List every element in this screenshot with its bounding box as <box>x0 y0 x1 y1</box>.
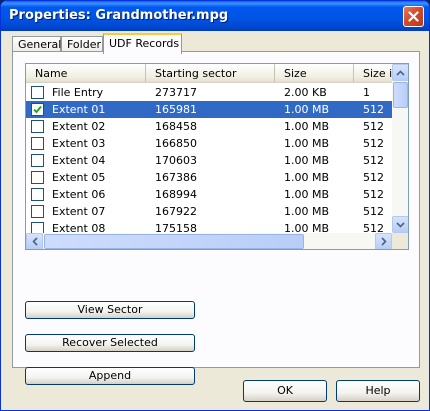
cell-size-in: 512 <box>363 154 384 167</box>
cell-size-in: 512 <box>363 188 384 201</box>
row-checkbox[interactable] <box>31 86 44 99</box>
cell-starting-sector: 175158 <box>155 222 197 233</box>
scroll-down-button[interactable] <box>392 216 408 233</box>
column-header-size[interactable]: Size <box>275 64 354 82</box>
cell-size-in: 512 <box>363 171 384 184</box>
cell-size: 1.00 MB <box>284 222 330 233</box>
title-bar[interactable]: Properties: Grandmother.mpg <box>1 1 429 31</box>
cell-starting-sector: 166850 <box>155 137 197 150</box>
cell-size: 1.00 MB <box>284 171 330 184</box>
column-header-name[interactable]: Name <box>26 64 146 82</box>
list-body: File Entry 273717 2.00 KB 1 Extent 01 165981 1… <box>26 84 392 233</box>
cell-name: Extent 02 <box>52 120 106 133</box>
row-checkbox[interactable] <box>31 188 44 201</box>
cell-starting-sector: 167386 <box>155 171 197 184</box>
row-checkbox[interactable] <box>31 171 44 184</box>
help-button[interactable]: Help <box>336 380 420 402</box>
table-row[interactable]: Extent 03 166850 1.00 MB 512 <box>26 135 392 152</box>
cell-starting-sector: 170603 <box>155 154 197 167</box>
cell-name: File Entry <box>52 86 104 99</box>
arrow-up-icon <box>396 69 405 76</box>
table-row[interactable]: File Entry 273717 2.00 KB 1 <box>26 84 392 101</box>
table-row[interactable]: Extent 06 168994 1.00 MB 512 <box>26 186 392 203</box>
horizontal-scrollbar[interactable] <box>26 233 392 249</box>
scroll-right-button[interactable] <box>375 233 392 249</box>
cell-size-in: 512 <box>363 137 384 150</box>
checkmark-icon <box>33 105 42 114</box>
column-header-size-in[interactable]: Size in <box>354 64 392 82</box>
scrollbar-corner <box>392 233 408 249</box>
dialog-client: General Folder UDF Records Name Starting… <box>4 31 426 409</box>
table-row[interactable]: Extent 05 167386 1.00 MB 512 <box>26 169 392 186</box>
row-checkbox[interactable] <box>31 103 44 116</box>
arrow-down-icon <box>396 221 405 228</box>
cell-starting-sector: 168994 <box>155 188 197 201</box>
cell-size: 1.00 MB <box>284 137 330 150</box>
cell-name: Extent 01 <box>52 103 106 116</box>
cell-name: Extent 05 <box>52 171 106 184</box>
append-button[interactable]: Append <box>25 367 195 385</box>
cell-size: 2.00 KB <box>284 86 327 99</box>
udf-records-list[interactable]: Name Starting sector Size Size in File E… <box>25 63 409 250</box>
horizontal-scroll-thumb[interactable] <box>44 234 304 249</box>
list-header: Name Starting sector Size Size in <box>26 64 392 83</box>
window-title: Properties: Grandmother.mpg <box>9 8 229 23</box>
cell-name: Extent 06 <box>52 188 106 201</box>
scroll-up-button[interactable] <box>392 64 408 81</box>
table-row[interactable]: Extent 02 168458 1.00 MB 512 <box>26 118 392 135</box>
view-sector-button[interactable]: View Sector <box>25 301 195 319</box>
ok-button[interactable]: OK <box>243 380 327 402</box>
row-checkbox[interactable] <box>31 222 44 233</box>
cell-size-in: 512 <box>363 103 384 116</box>
table-row[interactable]: Extent 08 175158 1.00 MB 512 <box>26 220 392 233</box>
cell-name: Extent 03 <box>52 137 106 150</box>
arrow-left-icon <box>31 237 38 246</box>
cell-name: Extent 04 <box>52 154 106 167</box>
cell-size: 1.00 MB <box>284 120 330 133</box>
row-checkbox[interactable] <box>31 120 44 133</box>
properties-dialog: Properties: Grandmother.mpg General Fold… <box>0 0 430 411</box>
recover-selected-button[interactable]: Recover Selected <box>25 334 195 352</box>
close-icon <box>408 11 419 22</box>
cell-starting-sector: 168458 <box>155 120 197 133</box>
table-row[interactable]: Extent 04 170603 1.00 MB 512 <box>26 152 392 169</box>
column-header-starting-sector[interactable]: Starting sector <box>146 64 275 82</box>
close-button[interactable] <box>403 6 424 27</box>
udf-records-panel: Name Starting sector Size Size in File E… <box>12 51 420 385</box>
cell-size-in: 512 <box>363 120 384 133</box>
cell-size: 1.00 MB <box>284 188 330 201</box>
cell-starting-sector: 167922 <box>155 205 197 218</box>
table-row[interactable]: Extent 01 165981 1.00 MB 512 <box>26 101 392 118</box>
cell-starting-sector: 165981 <box>155 103 197 116</box>
arrow-right-icon <box>380 237 387 246</box>
cell-name: Extent 07 <box>52 205 106 218</box>
table-row[interactable]: Extent 07 167922 1.00 MB 512 <box>26 203 392 220</box>
row-checkbox[interactable] <box>31 205 44 218</box>
scroll-left-button[interactable] <box>26 233 43 249</box>
cell-size-in: 1 <box>363 86 370 99</box>
cell-size: 1.00 MB <box>284 154 330 167</box>
cell-starting-sector: 273717 <box>155 86 197 99</box>
row-checkbox[interactable] <box>31 137 44 150</box>
cell-size: 1.00 MB <box>284 205 330 218</box>
cell-size: 1.00 MB <box>284 103 330 116</box>
vertical-scroll-thumb[interactable] <box>393 82 408 108</box>
cell-size-in: 512 <box>363 222 384 233</box>
cell-name: Extent 08 <box>52 222 106 233</box>
cell-size-in: 512 <box>363 205 384 218</box>
tab-udf-records[interactable]: UDF Records <box>103 33 182 54</box>
row-checkbox[interactable] <box>31 154 44 167</box>
vertical-scrollbar[interactable] <box>392 64 408 233</box>
